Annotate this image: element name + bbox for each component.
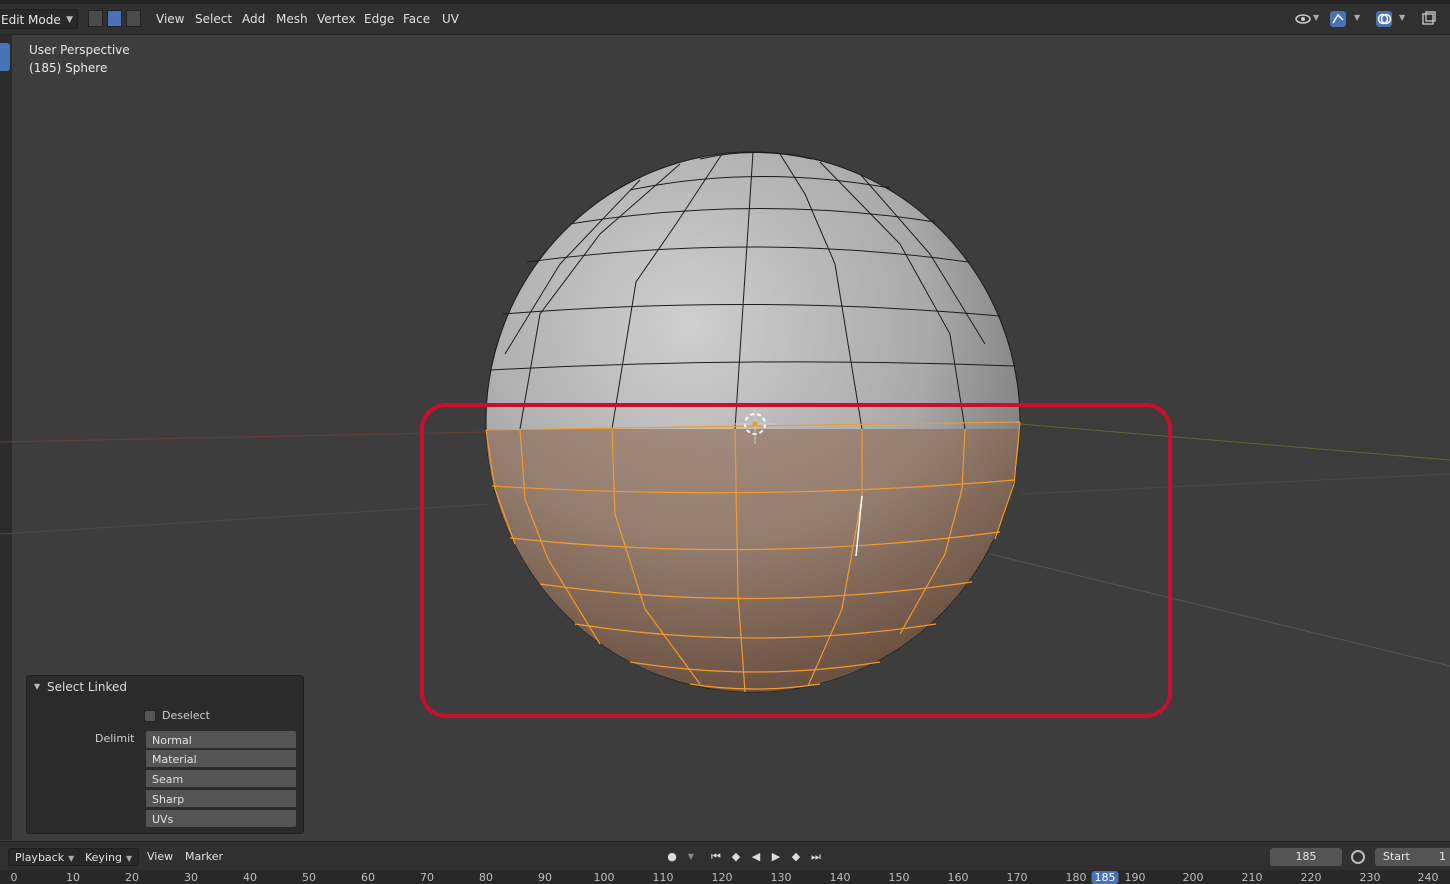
jump-start-icon[interactable]: ⏮ — [708, 849, 724, 865]
chevron-down-icon[interactable]: ▼ — [1354, 13, 1360, 22]
start-value: 1 — [1439, 850, 1446, 863]
gizmo-icon[interactable] — [1330, 11, 1346, 27]
keying-label: Keying — [85, 851, 122, 864]
object-label: (185) Sphere — [29, 61, 108, 75]
start-frame-field[interactable]: Start 1 — [1375, 848, 1450, 866]
ruler-label: 50 — [302, 871, 316, 884]
timeline-header: Playback ▼ Keying ▼ View Marker ● ▼ ⏮ ◆ ◀ … — [0, 841, 1450, 871]
ruler-label: 150 — [888, 871, 910, 884]
ruler-label: 100 — [593, 871, 615, 884]
edge-select-icon[interactable] — [107, 10, 122, 27]
ruler-label: 190 — [1124, 871, 1146, 884]
chevron-down-icon: ▼ — [68, 854, 75, 863]
ruler-label: 80 — [479, 871, 493, 884]
clock-icon[interactable] — [1351, 850, 1365, 864]
menu-mesh[interactable]: Mesh — [270, 9, 314, 29]
menu-face[interactable]: Face — [397, 9, 436, 29]
ruler-label: 30 — [184, 871, 198, 884]
panel-title[interactable]: Select Linked — [47, 680, 127, 694]
playback-dropdown[interactable]: Playback ▼ — [8, 848, 82, 866]
ruler-label: 240 — [1417, 871, 1439, 884]
chevron-down-icon[interactable]: ▼ — [1399, 13, 1405, 22]
collapse-triangle-icon[interactable]: ▼ — [34, 682, 40, 691]
delimit-normal-button[interactable]: Normal — [145, 730, 297, 749]
viewport-header: Edit Mode ▼ View Select Add Mesh Vertex … — [0, 4, 1450, 35]
menu-edge[interactable]: Edge — [358, 9, 400, 29]
record-icon[interactable]: ● — [664, 849, 680, 865]
grid-line — [989, 553, 1450, 667]
ruler-label: 60 — [361, 871, 375, 884]
ruler-label: 110 — [652, 871, 674, 884]
start-label: Start — [1383, 850, 1410, 863]
delimit-material-button[interactable]: Material — [145, 749, 297, 768]
keying-dropdown[interactable]: Keying ▼ — [78, 848, 140, 866]
delimit-uvs-button[interactable]: UVs — [145, 809, 297, 828]
viewport-info: User Perspective (185) Sphere — [29, 41, 130, 77]
next-keyframe-icon[interactable]: ◆ — [788, 849, 804, 865]
chevron-down-icon[interactable]: ▼ — [1313, 13, 1319, 22]
play-icon[interactable]: ▶ — [768, 849, 784, 865]
deselect-label: Deselect — [162, 709, 210, 722]
menu-vertex[interactable]: Vertex — [311, 9, 362, 29]
playback-label: Playback — [15, 851, 65, 864]
menu-view[interactable]: View — [150, 9, 190, 29]
ruler-label: 210 — [1241, 871, 1263, 884]
delimit-sharp-button[interactable]: Sharp — [145, 789, 297, 808]
ruler-label: 160 — [947, 871, 969, 884]
prev-keyframe-icon[interactable]: ◆ — [728, 849, 744, 865]
mode-dropdown[interactable]: Edit Mode ▼ — [0, 9, 78, 29]
current-frame-field[interactable]: 185 — [1270, 848, 1342, 866]
y-axis-line — [1019, 423, 1450, 461]
ruler-label: 170 — [1006, 871, 1028, 884]
mode-label: Edit Mode — [1, 13, 61, 27]
chevron-down-icon: ▼ — [125, 854, 133, 863]
visibility-eye-icon[interactable] — [1295, 11, 1311, 27]
deselect-checkbox[interactable] — [144, 710, 156, 722]
face-select-icon[interactable] — [126, 10, 141, 27]
ruler-label: 40 — [243, 871, 257, 884]
jump-end-icon[interactable]: ⏭ — [808, 849, 824, 865]
ruler-label: 90 — [538, 871, 552, 884]
grid-line — [1019, 473, 1450, 495]
timeline-ruler[interactable]: 0 10 20 30 40 50 60 70 80 90 100 110 120… — [0, 870, 1450, 884]
x-axis-line — [0, 431, 486, 443]
ruler-label: 140 — [829, 871, 851, 884]
ruler-label: 230 — [1359, 871, 1381, 884]
ruler-label: 180 — [1065, 871, 1087, 884]
vertex-select-icon[interactable] — [88, 10, 103, 27]
ruler-label: 0 — [10, 871, 18, 884]
ruler-label: 10 — [66, 871, 80, 884]
chevron-down-icon[interactable]: ▼ — [683, 849, 699, 865]
ruler-label: 120 — [711, 871, 733, 884]
delimit-seam-button[interactable]: Seam — [145, 769, 297, 788]
menu-uv[interactable]: UV — [436, 9, 465, 29]
ruler-label: 70 — [420, 871, 434, 884]
overlays-icon[interactable] — [1376, 11, 1392, 27]
ruler-label: 20 — [125, 871, 139, 884]
perspective-label: User Perspective — [29, 43, 130, 57]
timeline-menu-marker[interactable]: Marker — [185, 848, 223, 866]
select-linked-panel: ▼ Select Linked Deselect Delimit Normal … — [26, 675, 304, 834]
menu-add[interactable]: Add — [236, 9, 271, 29]
delimit-label: Delimit — [95, 732, 135, 745]
current-frame-marker[interactable]: 185 — [1091, 871, 1119, 884]
ruler-label: 200 — [1182, 871, 1204, 884]
ruler-label: 220 — [1300, 871, 1322, 884]
menu-select[interactable]: Select — [189, 9, 238, 29]
xray-icon[interactable] — [1421, 11, 1437, 27]
play-reverse-icon[interactable]: ◀ — [748, 849, 764, 865]
grid-line — [0, 503, 491, 535]
timeline-menu-view[interactable]: View — [147, 848, 173, 866]
chevron-down-icon: ▼ — [66, 15, 73, 25]
ruler-label: 130 — [770, 871, 792, 884]
